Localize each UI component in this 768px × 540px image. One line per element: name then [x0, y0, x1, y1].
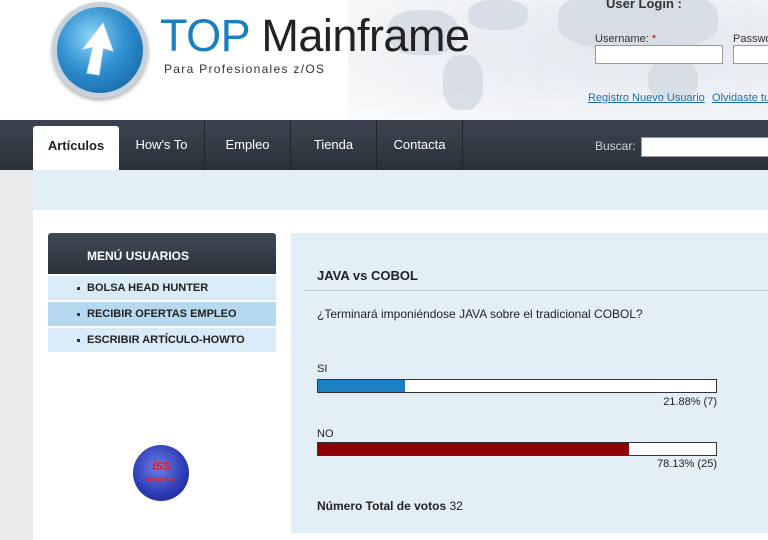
poll-divider	[304, 290, 768, 291]
login-title: User Login :	[606, 0, 682, 11]
search-label: Buscar:	[595, 139, 636, 153]
poll-option-label: NO	[317, 428, 334, 440]
poll-result-bar	[317, 379, 717, 393]
poll-question: ¿Terminará imponiéndose JAVA sobre el tr…	[317, 307, 643, 321]
password-label: Password	[733, 33, 768, 45]
nav-tab-contacta[interactable]: Contacta	[377, 120, 463, 170]
poll-option-result: 78.13% (25)	[657, 458, 717, 470]
bullet-icon	[77, 287, 80, 290]
nav-tab-tienda[interactable]: Tienda	[291, 120, 377, 170]
forgot-password-link[interactable]: Olvidaste tu	[712, 92, 768, 104]
register-link[interactable]: Registro Nuevo Usuario	[588, 92, 705, 104]
menu-item-escribir-articulo[interactable]: ESCRIBIR ARTÍCULO-HOWTO	[48, 328, 276, 353]
search-input[interactable]	[641, 137, 768, 157]
poll-option-result: 21.88% (7)	[663, 396, 717, 408]
menu-item-head-hunter[interactable]: BOLSA HEAD HUNTER	[48, 276, 276, 301]
banner-strip	[33, 170, 768, 210]
nav-tab-empleo[interactable]: Empleo	[205, 120, 291, 170]
poll-total-votes: Número Total de votos 32	[317, 499, 463, 513]
username-input[interactable]	[595, 45, 723, 64]
menu-item-ofertas-empleo[interactable]: RECIBIR OFERTAS EMPLEO	[48, 302, 276, 327]
site-subtitle: Para Profesionales z/OS	[164, 62, 326, 76]
iss-sponsor-logo[interactable]: iss PROFESION	[133, 445, 189, 501]
poll-title: JAVA vs COBOL	[317, 268, 418, 283]
logo-arrow-icon[interactable]	[52, 2, 148, 98]
site-header: TOP Mainframe Para Profesionales z/OS Us…	[0, 0, 768, 120]
site-title[interactable]: TOP Mainframe	[160, 8, 470, 64]
poll-result-bar	[317, 442, 717, 456]
bullet-icon	[77, 339, 80, 342]
poll-bar-fill	[318, 380, 406, 392]
bullet-icon	[77, 313, 80, 316]
password-input[interactable]	[733, 45, 768, 64]
nav-tab-howto[interactable]: How's To	[119, 120, 205, 170]
nav-tab-articulos[interactable]: Artículos	[33, 126, 119, 170]
username-label: Username: *	[595, 33, 657, 45]
user-menu-title: MENÚ USUARIOS	[48, 233, 276, 274]
poll-bar-fill	[318, 443, 629, 455]
poll-option-label: SI	[317, 363, 328, 375]
